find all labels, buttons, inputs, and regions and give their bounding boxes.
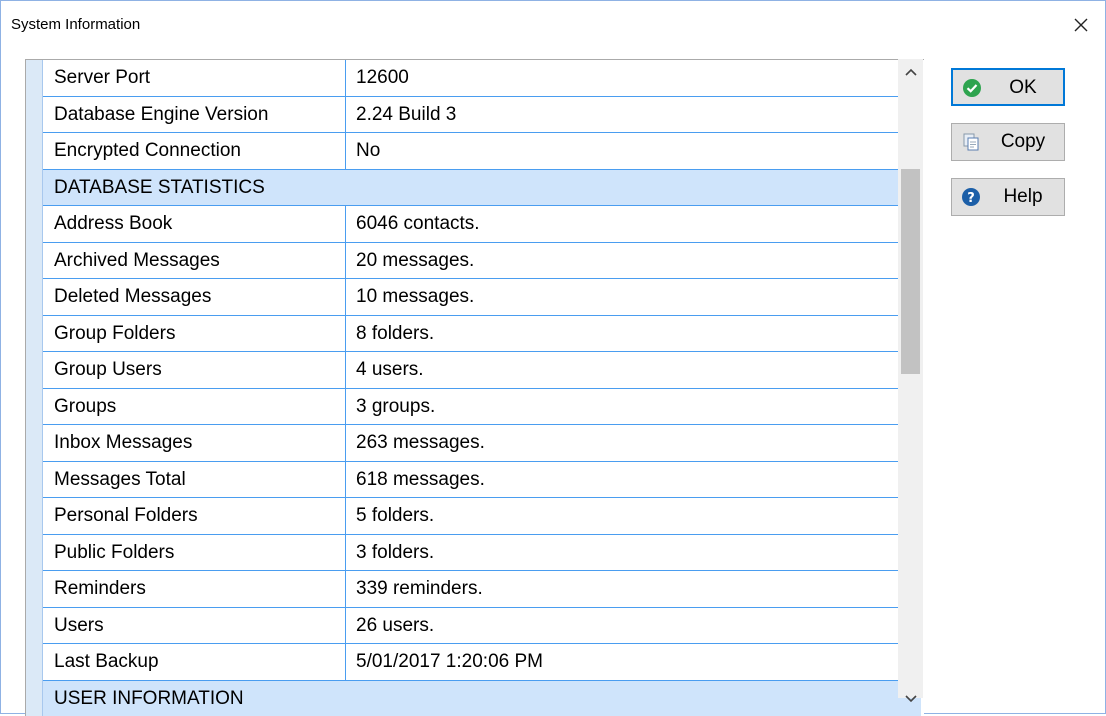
chevron-up-icon [905, 67, 917, 77]
property-value-cell: 2.24 Build 3 [347, 97, 921, 133]
property-row[interactable]: Address Book6046 contacts. [43, 206, 921, 243]
property-name-cell: Group Users [43, 352, 346, 388]
svg-text:?: ? [967, 191, 975, 206]
property-name-cell: Users [43, 608, 346, 644]
property-name-cell: Encrypted Connection [43, 133, 346, 169]
property-value-cell: 5 folders. [347, 498, 921, 534]
property-row[interactable]: Server Port12600 [43, 60, 921, 97]
property-value-cell: 263 messages. [347, 425, 921, 461]
property-value-cell: 6046 contacts. [347, 206, 921, 242]
property-row[interactable]: Inbox Messages263 messages. [43, 425, 921, 462]
dialog-title: System Information [11, 16, 140, 33]
chevron-down-icon [905, 694, 917, 704]
section-header-row[interactable]: USER INFORMATION [43, 681, 921, 716]
property-row[interactable]: Group Folders8 folders. [43, 316, 921, 353]
property-row[interactable]: Personal Folders5 folders. [43, 498, 921, 535]
check-circle-icon [962, 78, 982, 98]
copy-button-label: Copy [986, 124, 1060, 159]
property-name-cell: Public Folders [43, 535, 346, 571]
property-row[interactable]: Group Users4 users. [43, 352, 921, 389]
ok-button[interactable]: OK [951, 68, 1065, 106]
property-name-cell: Deleted Messages [43, 279, 346, 315]
question-circle-icon: ? [961, 187, 981, 207]
property-name-cell: Inbox Messages [43, 425, 346, 461]
property-name-cell: Groups [43, 389, 346, 425]
property-name-cell: Group Folders [43, 316, 346, 352]
help-button[interactable]: ? Help [951, 178, 1065, 216]
property-value-cell: 26 users. [347, 608, 921, 644]
property-name-cell: Server Port [43, 60, 346, 96]
property-grid[interactable]: Server Port12600Database Engine Version2… [25, 59, 924, 716]
section-header-label: DATABASE STATISTICS [43, 170, 265, 206]
property-row[interactable]: Archived Messages20 messages. [43, 243, 921, 280]
property-name-cell: Messages Total [43, 462, 346, 498]
property-row[interactable]: Users26 users. [43, 608, 921, 645]
system-information-dialog: System Information Server Port12600Datab… [0, 0, 1106, 714]
scroll-up-button[interactable] [898, 59, 923, 85]
property-value-cell: No [347, 133, 921, 169]
vertical-scrollbar[interactable] [898, 59, 923, 698]
property-name-cell: Archived Messages [43, 243, 346, 279]
property-row[interactable]: Public Folders3 folders. [43, 535, 921, 572]
close-icon [1073, 17, 1089, 33]
property-row[interactable]: Groups3 groups. [43, 389, 921, 426]
property-value-cell: 339 reminders. [347, 571, 921, 607]
property-name-cell: Personal Folders [43, 498, 346, 534]
property-value-cell: 20 messages. [347, 243, 921, 279]
property-row[interactable]: Last Backup5/01/2017 1:20:06 PM [43, 644, 921, 681]
help-button-label: Help [986, 179, 1060, 214]
property-value-cell: 10 messages. [347, 279, 921, 315]
property-rows: Server Port12600Database Engine Version2… [43, 60, 921, 716]
property-row[interactable]: Database Engine Version2.24 Build 3 [43, 97, 921, 134]
property-name-cell: Address Book [43, 206, 346, 242]
property-row[interactable]: Encrypted ConnectionNo [43, 133, 921, 170]
row-indicator-column [26, 60, 43, 716]
property-name-cell: Last Backup [43, 644, 346, 680]
property-value-cell: 3 groups. [347, 389, 921, 425]
property-value-cell: 4 users. [347, 352, 921, 388]
property-value-cell: 8 folders. [347, 316, 921, 352]
property-value-cell: 5/01/2017 1:20:06 PM [347, 644, 921, 680]
scroll-down-button[interactable] [898, 686, 923, 712]
property-row[interactable]: Reminders339 reminders. [43, 571, 921, 608]
title-bar: System Information [1, 1, 1105, 53]
ok-button-label: OK [987, 70, 1059, 105]
close-button[interactable] [1065, 9, 1097, 41]
property-value-cell: 3 folders. [347, 535, 921, 571]
section-header-row[interactable]: DATABASE STATISTICS [43, 170, 921, 207]
scroll-thumb[interactable] [901, 169, 920, 374]
copy-button[interactable]: Copy [951, 123, 1065, 161]
section-header-label: USER INFORMATION [43, 681, 244, 716]
property-row[interactable]: Deleted Messages10 messages. [43, 279, 921, 316]
property-row[interactable]: Messages Total618 messages. [43, 462, 921, 499]
copy-icon [961, 132, 981, 152]
property-name-cell: Database Engine Version [43, 97, 346, 133]
property-name-cell: Reminders [43, 571, 346, 607]
property-value-cell: 618 messages. [347, 462, 921, 498]
property-value-cell: 12600 [347, 60, 921, 96]
